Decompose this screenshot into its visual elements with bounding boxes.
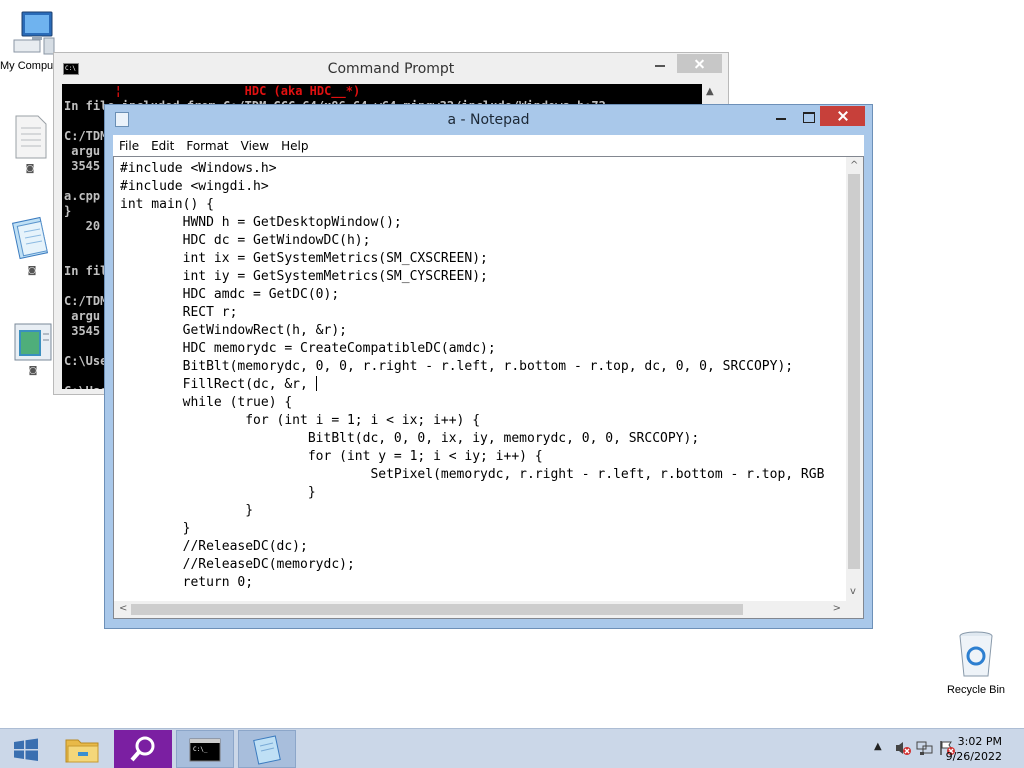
clock-time: 3:02 PM [957,735,1002,748]
code-line: for (int i = 1; i < ix; i++) { [120,413,481,428]
horizontal-scroll-thumb[interactable] [131,604,743,615]
code-line: while (true) { [120,395,293,410]
desktop-icon-my-computer[interactable]: My Computer [0,8,60,72]
cmd-minimize-button[interactable] [647,54,673,74]
cmd-close-button[interactable] [677,54,722,73]
recycle-bin-icon [959,631,993,677]
code-line: int iy = GetSystemMetrics(SM_CYSCREEN); [120,269,488,284]
code-line: FillRect(dc, &r, [120,376,317,392]
computer-icon [13,11,55,55]
code-line: SetPixel(memorydc, r.right - r.left, r.b… [120,467,825,482]
notepad-horizontal-scrollbar[interactable]: < > [114,601,846,618]
taskbar-file-explorer[interactable] [54,730,112,768]
shortcut-arrow-icon: ◙ [28,366,38,376]
code-line: int main() { [120,197,214,212]
notepad-menu-bar: File Edit Format View Help [113,135,864,156]
notepad-window-title: a - Notepad [447,112,530,128]
scroll-up-arrow-icon[interactable]: ^ [850,161,858,171]
notepad-minimize-button[interactable] [768,107,794,127]
scroll-left-arrow-icon[interactable]: < [119,604,127,614]
scroll-right-arrow-icon[interactable]: > [833,604,841,614]
code-line: GetWindowRect(h, &r); [120,323,347,338]
notepad-text-area[interactable]: #include <Windows.h> #include <wingdi.h> i… [113,156,864,619]
magnifier-icon [130,736,155,762]
taskbar-clock[interactable]: 3:02 PM 9/26/2022 [946,734,1002,764]
scroll-down-arrow-icon[interactable]: v [850,587,856,597]
desktop-icon-label: My Computer [0,60,60,72]
folder-icon [65,739,99,763]
application-icon [14,323,52,361]
notepad-icon [11,216,49,260]
notepad-vertical-scrollbar[interactable]: ^ v [846,157,863,601]
code-line: #include <wingdi.h> [120,179,269,194]
code-line: HDC memorydc = CreateCompatibleDC(amdc); [120,341,496,356]
svg-text:C:\_: C:\_ [193,746,208,753]
code-line: int ix = GetSystemMetrics(SM_CXSCREEN); [120,251,488,266]
taskbar-command-prompt[interactable]: C:\_ [176,730,234,768]
code-line: BitBlt(dc, 0, 0, ix, iy, memorydc, 0, 0,… [120,431,700,446]
notepad-icon [253,735,281,765]
notepad-title-bar[interactable]: a - Notepad [105,105,872,134]
menu-format[interactable]: Format [180,139,234,153]
code-text[interactable]: #include <Windows.h> #include <wingdi.h> i… [120,160,845,600]
code-line: return 0; [120,575,254,590]
code-line: for (int y = 1; i < iy; i++) { [120,449,543,464]
code-line: BitBlt(memorydc, 0, 0, r.right - r.left,… [120,359,794,374]
shortcut-arrow-icon: ◙ [25,164,35,174]
code-line: HDC amdc = GetDC(0); [120,287,340,302]
desktop-icon-notepad[interactable]: ◙ [11,214,52,276]
system-tray: ▲ 3:02 PM 9/26/2022 [844,729,1024,768]
menu-edit[interactable]: Edit [145,139,180,153]
desktop-icon-recycle-bin[interactable]: Recycle Bin [944,630,1008,696]
taskbar-notepad[interactable] [238,730,296,768]
menu-file[interactable]: File [113,139,145,153]
menu-help[interactable]: Help [275,139,314,153]
console-line: ¦ HDC (aka HDC__*) [64,84,361,98]
vertical-scroll-thumb[interactable] [848,174,860,569]
notepad-close-button[interactable] [820,106,865,126]
text-document-icon [15,115,47,159]
code-line: } [120,485,316,500]
code-line: } [120,521,191,536]
code-line: HWND h = GetDesktopWindow(); [120,215,402,230]
windows-logo-icon [14,738,38,761]
network-icon[interactable] [916,740,934,756]
cmd-window-title: Command Prompt [327,61,455,77]
show-hidden-icons-chevron-icon[interactable]: ▲ [874,741,882,752]
volume-muted-icon[interactable] [894,740,912,756]
code-line: //ReleaseDC(memorydc); [120,557,355,572]
taskbar-search-app[interactable] [114,730,172,768]
cmd-title-bar[interactable]: C:\ Command Prompt [54,53,728,84]
desktop-icon-label: Recycle Bin [946,684,1006,696]
code-line: } [120,503,254,518]
start-button[interactable] [0,730,52,768]
desktop-icon-app[interactable]: ◙ [12,322,54,376]
menu-view[interactable]: View [235,139,275,153]
taskbar: C:\_ ▲ 3:02 PM 9/26/2022 [0,728,1024,768]
code-line: //ReleaseDC(dc); [120,539,308,554]
clock-date: 9/26/2022 [945,750,1002,763]
text-caret [315,376,317,391]
notepad-maximize-button[interactable] [795,107,821,127]
desktop-icon-document[interactable]: ◙ [10,114,50,174]
scroll-up-arrow-icon[interactable]: ▲ [706,86,714,97]
scrollbar-corner [846,601,863,618]
shortcut-arrow-icon: ◙ [27,266,37,276]
code-line: #include <Windows.h> [120,161,277,176]
notepad-window[interactable]: a - Notepad File Edit Format View Help #… [104,104,873,629]
code-line: HDC dc = GetWindowDC(h); [120,233,371,248]
console-icon: C:\_ [189,738,221,762]
code-line: RECT r; [120,305,238,320]
